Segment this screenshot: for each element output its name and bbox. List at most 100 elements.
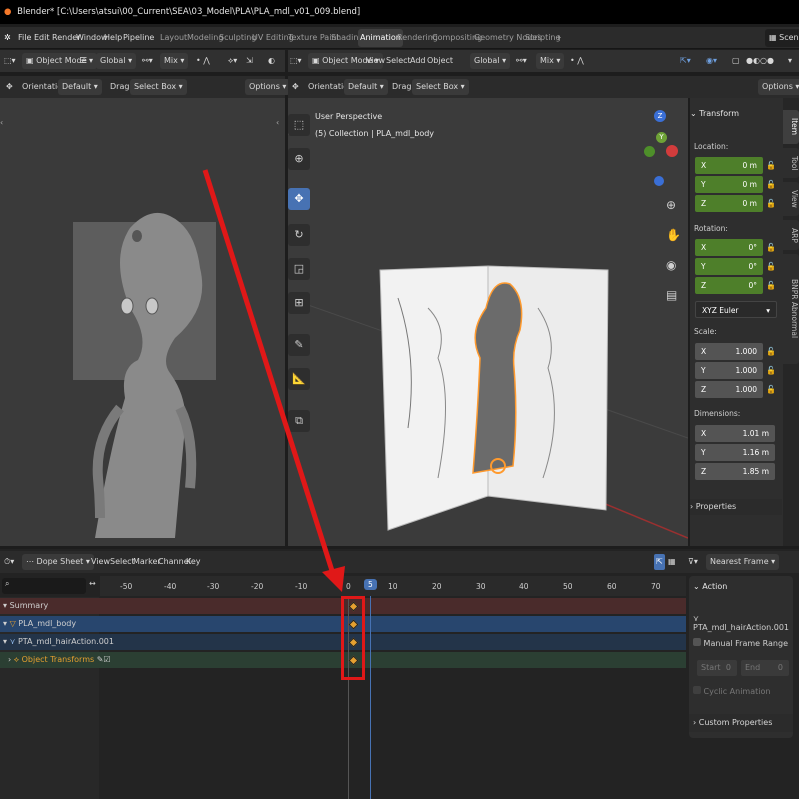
left-shading-dropdown[interactable]: Mix ▾ [160,53,189,69]
menu-file[interactable]: File [18,27,31,49]
properties-panel-header[interactable]: › Properties [690,499,782,515]
zoom-icon[interactable]: ⊕ [666,198,676,212]
snap-dropdown[interactable]: Nearest Frame ▾ [706,554,780,570]
dope-menu-view[interactable]: View [91,554,110,570]
measure-tool-icon[interactable]: 📐 [288,368,310,390]
dimension-z-field[interactable]: Z 1.85 m [695,463,775,480]
left-options-dropdown[interactable]: Options ▾ [245,79,291,95]
gizmo-x-axis[interactable] [666,145,678,157]
checkbox-icon[interactable]: ☑ [103,655,110,664]
right-shading-modes-icon[interactable]: ●◐○● [746,53,774,69]
lock-icon[interactable]: 🔓 [766,199,776,208]
add-workspace-button[interactable]: + [553,29,564,47]
tab-bnpr-abnormal[interactable]: BNPR Abnormal [783,254,799,364]
lock-icon[interactable]: 🔓 [766,180,776,189]
annotate-tool-icon[interactable]: ✎ [288,334,310,356]
dope-mode-dropdown[interactable]: ⋯ Dope Sheet ▾ [22,554,94,570]
right-options-dropdown[interactable]: Options ▾ [758,79,799,95]
swap-icon[interactable]: ↔ [89,579,96,588]
scale-tool-icon[interactable]: ◲ [288,258,310,280]
dope-editor-type-icon[interactable]: ⏱▾ [4,554,14,570]
show-errors-icon[interactable]: ▦ [668,554,676,570]
move-tool-icon[interactable]: ✥ [288,188,310,210]
rotate-tool-icon[interactable]: ↻ [288,224,310,246]
navigation-gizmo[interactable]: Z Y [640,110,684,190]
only-selected-icon[interactable]: ⇱ [654,554,665,570]
lock-icon[interactable]: 🔓 [766,385,776,394]
lock-icon[interactable]: 🔓 [766,262,776,271]
rotation-mode-dropdown[interactable]: XYZ Euler ▾ [695,301,777,318]
right-orientation-dropdown[interactable]: Default ▾ [344,79,388,95]
right-shading-options-icon[interactable]: ▾ [788,53,792,69]
add-cube-tool-icon[interactable]: ⧉ [288,410,310,432]
cursor-tool-icon[interactable]: ⊕ [288,148,310,170]
scene-selector[interactable]: ▦ Scene [765,29,799,47]
action-name-field[interactable]: ⋎ PTA_mdl_hairAction.001 [693,614,793,632]
lock-icon[interactable]: 🔓 [766,366,776,375]
scale-z-field[interactable]: Z 1.000 [695,381,763,398]
start-field[interactable]: Start 0 [697,660,737,676]
left-transform-dropdown[interactable]: Global ▾ [96,53,137,69]
left-link-icon[interactable]: ⚯▾ [142,53,153,69]
location-z-field[interactable]: Z 0 m [695,195,763,212]
right-menu-view[interactable]: View [366,53,385,69]
left-drag-dropdown[interactable]: Select Box ▾ [130,79,187,95]
lock-icon[interactable]: 🔓 [766,243,776,252]
transform-tool-icon[interactable]: ⊞ [288,292,310,314]
lock-icon[interactable]: 🔓 [766,347,776,356]
right-shading-dropdown[interactable]: Mix ▾ [536,53,565,69]
right-transform-dropdown[interactable]: Global ▾ [470,53,511,69]
dimension-x-field[interactable]: X 1.01 m [695,425,775,442]
transform-panel-header[interactable]: ⌄ Transform [690,106,782,122]
left-pivot-icon[interactable]: ⟡▾ [228,53,237,69]
lock-icon[interactable]: 🔓 [766,161,776,170]
tab-view[interactable]: View [783,182,799,216]
main-3d-viewport[interactable]: User Perspective (5) Collection | PLA_md… [288,98,688,546]
tab-item[interactable]: Item [783,110,799,144]
scale-y-field[interactable]: Y 1.000 [695,362,763,379]
location-x-field[interactable]: X 0 m [695,157,763,174]
right-overlay-toggle-icon[interactable]: ◉▾ [706,53,717,69]
menu-edit[interactable]: Edit [34,27,50,49]
location-y-field[interactable]: Y 0 m [695,176,763,193]
rotation-y-field[interactable]: Y 0° [695,258,763,275]
rotation-x-field[interactable]: X 0° [695,239,763,256]
left-viewport[interactable]: ‹ ‹ [0,98,285,546]
dope-menu-marker[interactable]: Marker [133,554,161,570]
rotation-z-field[interactable]: Z 0° [695,277,763,294]
grid-view-icon[interactable]: ▤ [666,288,677,302]
menu-window[interactable]: Window [76,27,108,49]
tab-arp[interactable]: ARP [783,220,799,250]
manual-frame-range-checkbox[interactable]: Manual Frame Range [693,638,788,648]
dope-menu-select[interactable]: Select [110,554,135,570]
current-frame-indicator[interactable]: 5 [364,579,377,590]
left-expand-arrow-icon[interactable]: ‹ [276,118,279,127]
right-xray-icon[interactable]: ▢ [732,53,740,69]
left-orientation-dropdown[interactable]: Default ▾ [58,79,102,95]
dimension-y-field[interactable]: Y 1.16 m [695,444,775,461]
right-proportional-icon[interactable]: • ⋀ [570,53,584,69]
gizmo-z-negative[interactable] [654,176,664,186]
select-tool-icon[interactable]: ⬚ [288,114,310,136]
menu-help[interactable]: Help [104,27,122,49]
left-snap-icon[interactable]: ⇲ [246,53,253,69]
blender-menu-icon[interactable]: ✲ [4,27,11,49]
tab-tool[interactable]: Tool [783,148,799,178]
right-link-icon[interactable]: ⚯▾ [516,53,527,69]
custom-properties-header[interactable]: › Custom Properties [689,714,793,732]
lock-icon[interactable]: 🔓 [766,281,776,290]
left-hamburger-icon[interactable]: ☰ [80,53,87,69]
gizmo-z-axis[interactable]: Z [654,110,666,122]
gizmo-y-negative[interactable] [644,146,655,157]
right-editor-type-icon[interactable]: ⬚▾ [290,53,302,69]
left-proportional-icon[interactable]: • ⋀ [196,53,210,69]
pan-hand-icon[interactable]: ✋ [666,228,681,242]
gizmo-y-axis[interactable]: Y [656,132,667,143]
end-field[interactable]: End 0 [741,660,789,676]
cyclic-animation-checkbox[interactable]: Cyclic Animation [693,686,770,696]
left-collapse-arrow-icon[interactable]: ‹ [0,118,3,127]
left-overlay-icon[interactable]: ◐ [268,53,275,69]
action-panel-header[interactable]: ⌄ Action [693,582,727,591]
playhead-line[interactable] [370,596,371,799]
menu-pipeline[interactable]: Pipeline [123,27,154,49]
